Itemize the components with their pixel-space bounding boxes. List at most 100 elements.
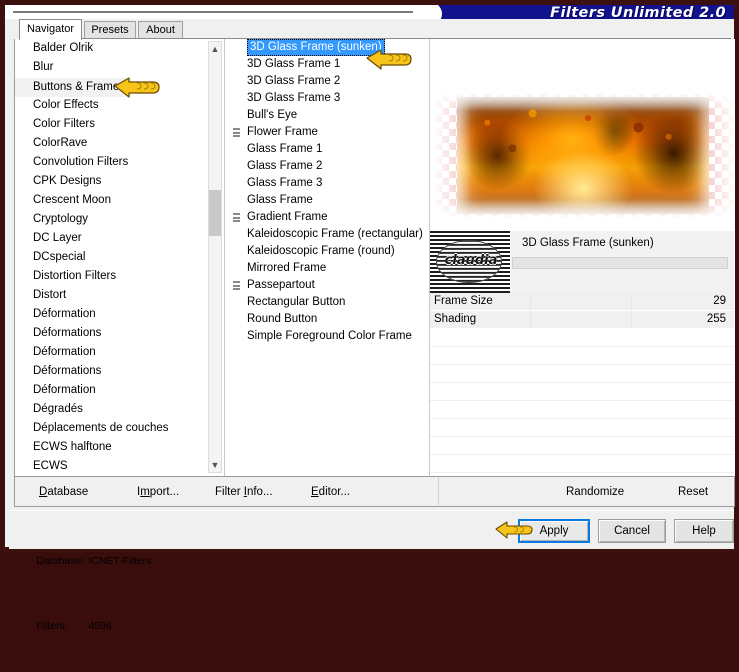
database-button[interactable]: Database xyxy=(39,483,88,501)
filter-item[interactable]: Glass Frame xyxy=(225,192,430,209)
bottom-toolbar: Database Import... Filter Info... Editor… xyxy=(14,477,735,507)
category-row[interactable]: Déplacements de couches xyxy=(15,419,225,438)
import-button[interactable]: Import... xyxy=(137,483,179,501)
database-value: ICNET-Filters xyxy=(88,555,152,567)
category-row[interactable]: Déformation xyxy=(15,381,225,400)
filter-list[interactable]: 3D Glass Frame (sunken) 3D Glass Frame 1 3… xyxy=(225,39,430,476)
parameter-row-empty xyxy=(430,365,734,383)
category-row[interactable]: Déformations xyxy=(15,324,225,343)
category-item[interactable]: Déformations xyxy=(15,362,225,381)
category-row[interactable]: DC Layer xyxy=(15,229,225,248)
filter-item[interactable]: Gradient Frame xyxy=(225,209,430,226)
randomize-button[interactable]: Randomize xyxy=(566,483,624,501)
filter-author-logo: claudia xyxy=(430,231,510,293)
category-row[interactable]: Color Effects xyxy=(15,96,225,115)
parameter-row[interactable]: Shading 255 xyxy=(430,311,734,329)
category-row[interactable]: CPK Designs xyxy=(15,172,225,191)
filter-item[interactable]: Mirrored Frame xyxy=(225,260,430,277)
filter-item[interactable]: 3D Glass Frame 3 xyxy=(225,90,430,107)
help-button[interactable]: Help xyxy=(674,519,734,543)
category-row[interactable]: DCspecial xyxy=(15,248,225,267)
parameter-row-empty xyxy=(430,401,734,419)
category-list[interactable]: Balder Olrik Blur Buttons & Frames Color Ef… xyxy=(15,39,225,476)
category-row[interactable]: Déformation xyxy=(15,343,225,362)
filter-item[interactable]: Flower Frame xyxy=(225,124,430,141)
category-row[interactable]: Dégradés xyxy=(15,400,225,419)
category-item[interactable]: Déformation xyxy=(15,381,225,400)
category-item[interactable]: Color Effects xyxy=(15,96,225,115)
filter-item-label: Bull's Eye xyxy=(247,109,298,121)
filter-item[interactable]: Round Button xyxy=(225,311,430,328)
apply-button[interactable]: Apply xyxy=(518,519,590,543)
tab-presets[interactable]: Presets xyxy=(84,21,136,39)
category-item[interactable]: Cryptology xyxy=(15,210,225,229)
category-item[interactable]: Distortion Filters xyxy=(15,267,225,286)
category-row[interactable]: ECWS halftone xyxy=(15,438,225,457)
filter-item[interactable]: 3D Glass Frame 1 xyxy=(225,56,430,73)
filter-item[interactable]: Kaleidoscopic Frame (rectangular) xyxy=(225,226,430,243)
category-item[interactable]: ColorRave xyxy=(15,134,225,153)
category-item[interactable]: Déformation xyxy=(15,305,225,324)
filter-item-label: 3D Glass Frame (sunken) xyxy=(247,39,385,56)
category-item[interactable]: Balder Olrik xyxy=(15,39,225,58)
category-item[interactable]: ECWS xyxy=(15,457,225,476)
parameter-value[interactable]: 255 xyxy=(707,311,726,328)
scroll-down-icon[interactable]: ▼ xyxy=(209,458,221,472)
category-item[interactable]: Blur xyxy=(15,58,225,77)
cancel-button[interactable]: Cancel xyxy=(598,519,666,543)
filter-item[interactable]: Rectangular Button xyxy=(225,294,430,311)
parameter-value[interactable]: 29 xyxy=(713,293,726,310)
category-row[interactable]: Distortion Filters xyxy=(15,267,225,286)
category-row[interactable]: Déformations xyxy=(15,362,225,381)
scrollbar-thumb[interactable] xyxy=(209,190,221,236)
category-item[interactable]: Crescent Moon xyxy=(15,191,225,210)
category-item[interactable]: Buttons & Frames xyxy=(15,78,132,97)
category-row[interactable]: Déformation xyxy=(15,305,225,324)
parameter-list[interactable]: Frame Size 29 Shading 255 xyxy=(430,293,734,476)
selected-filter-name: 3D Glass Frame (sunken) xyxy=(522,237,654,249)
category-item[interactable]: Convolution Filters xyxy=(15,153,225,172)
filter-info-button[interactable]: Filter Info... xyxy=(215,483,273,501)
filter-item[interactable]: 3D Glass Frame 2 xyxy=(225,73,430,90)
category-item[interactable]: Déformation xyxy=(15,343,225,362)
category-item[interactable]: Déformations xyxy=(15,324,225,343)
category-item[interactable]: Dégradés xyxy=(15,400,225,419)
filter-item-label: 3D Glass Frame 1 xyxy=(247,58,341,70)
category-item[interactable]: CPK Designs xyxy=(15,172,225,191)
preview-image[interactable] xyxy=(435,94,734,217)
filter-item[interactable]: Passepartout xyxy=(225,277,430,294)
category-scrollbar[interactable]: ▲ ▼ xyxy=(208,41,222,473)
category-item[interactable]: DC Layer xyxy=(15,229,225,248)
filter-item[interactable]: 3D Glass Frame (sunken) xyxy=(225,39,430,56)
category-item[interactable]: Distort xyxy=(15,286,225,305)
filter-item-label: Passepartout xyxy=(247,279,315,291)
filter-item[interactable]: Glass Frame 1 xyxy=(225,141,430,158)
reset-button[interactable]: Reset xyxy=(678,483,708,501)
category-row[interactable]: ColorRave xyxy=(15,134,225,153)
category-item[interactable]: DCspecial xyxy=(15,248,225,267)
category-row[interactable]: Color Filters xyxy=(15,115,225,134)
category-row[interactable]: Crescent Moon xyxy=(15,191,225,210)
category-row[interactable]: Balder Olrik xyxy=(15,39,225,58)
tab-navigator[interactable]: Navigator xyxy=(19,19,82,40)
category-row[interactable]: Blur xyxy=(15,58,225,77)
category-row[interactable]: Convolution Filters xyxy=(15,153,225,172)
filter-item[interactable]: Kaleidoscopic Frame (round) xyxy=(225,243,430,260)
category-item[interactable]: ECWS halftone xyxy=(15,438,225,457)
editor-button[interactable]: Editor... xyxy=(311,483,350,501)
parameter-row[interactable]: Frame Size 29 xyxy=(430,293,734,311)
filter-item[interactable]: Glass Frame 3 xyxy=(225,175,430,192)
filter-item[interactable]: Glass Frame 2 xyxy=(225,158,430,175)
category-row[interactable]: Buttons & Frames xyxy=(15,77,225,97)
category-item[interactable]: Color Filters xyxy=(15,115,225,134)
scroll-up-icon[interactable]: ▲ xyxy=(209,42,221,56)
filter-item[interactable]: Simple Foreground Color Frame xyxy=(225,328,430,345)
category-row[interactable]: ECWS xyxy=(15,457,225,476)
category-row[interactable]: Distort xyxy=(15,286,225,305)
category-row[interactable]: Cryptology xyxy=(15,210,225,229)
filter-item[interactable]: Bull's Eye xyxy=(225,107,430,124)
filter-item-label: Glass Frame 3 xyxy=(247,177,323,189)
category-item[interactable]: Déplacements de couches xyxy=(15,419,225,438)
parameter-row-empty xyxy=(430,437,734,455)
tab-about[interactable]: About xyxy=(138,21,183,39)
